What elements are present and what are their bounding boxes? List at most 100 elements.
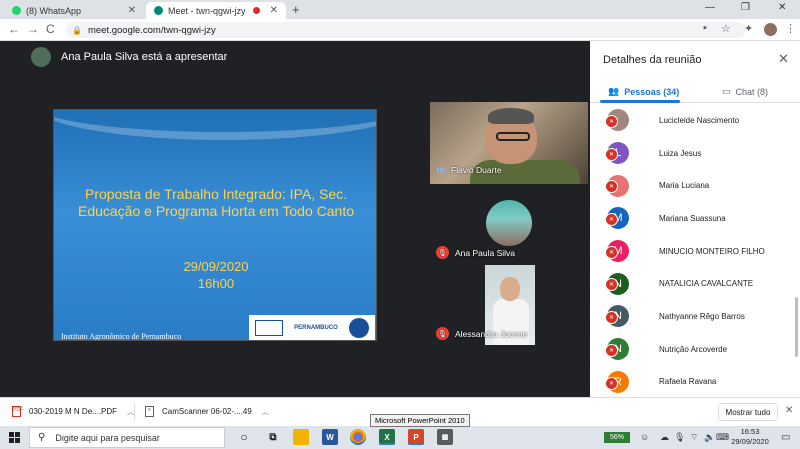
taskbar-tooltip: Microsoft PowerPoint 2010 [370, 414, 470, 427]
chrome-icon[interactable] [350, 429, 366, 445]
minimize-button[interactable]: — [705, 2, 715, 13]
close-tab-icon[interactable]: ✕ [270, 5, 278, 16]
cloud-icon[interactable]: ☁ [660, 432, 669, 443]
active-tab-indicator [600, 100, 680, 103]
extensions-icon[interactable]: ✦ [744, 22, 753, 35]
participant-row[interactable]: ✕ Maria Luciana [590, 169, 800, 202]
url-text: meet.google.com/twn-qgwi-jzy [87, 24, 216, 36]
chevron-up-icon[interactable]: ︿ [262, 407, 269, 417]
participant-row[interactable]: N✕Nathyanne Rêgo Barros [590, 300, 800, 333]
back-button[interactable]: ← [8, 22, 20, 36]
document-icon: ≡ [145, 406, 154, 417]
close-downloads-icon[interactable]: ✕ [785, 405, 793, 416]
slide-wave-decoration [54, 110, 376, 140]
slide-date-text: 29/09/2020 [183, 259, 249, 274]
mic-off-icon: ✕ [605, 115, 618, 128]
participant-row[interactable]: R ✕ Rafaela Ravana [590, 366, 800, 398]
battery-indicator[interactable]: 56% [604, 432, 630, 443]
tile-name-alessandra: 🎙 Alessandra Jocene [436, 327, 527, 340]
task-view-icon[interactable]: ⧉ [265, 429, 281, 445]
ipa-logo [349, 318, 370, 338]
video-person-face [500, 277, 520, 301]
meet-stage: Ana Paula Silva está a apresentar Propos… [0, 41, 590, 397]
tab-people[interactable]: 👥 Pessoas (34) [608, 86, 679, 97]
star-icon[interactable]: ☆ [721, 22, 731, 35]
tab-label: (8) WhatsApp [26, 5, 82, 16]
presenter-text: Ana Paula Silva está a apresentar [61, 51, 228, 63]
mic-off-icon: ✕ [605, 147, 618, 161]
file-explorer-icon[interactable] [293, 429, 309, 445]
participant-name: Luiza Jesus [659, 148, 702, 158]
new-tab-button[interactable]: + [292, 2, 300, 17]
cortana-icon[interactable]: ○ [236, 429, 252, 445]
participant-name: Nathyanne Rêgo Barros [659, 311, 745, 321]
menu-icon[interactable]: ⋮ [785, 22, 796, 35]
microphone-tray-icon[interactable]: 🎙 [674, 432, 685, 443]
mic-off-icon: ✕ [605, 245, 618, 259]
participant-list[interactable]: ✕ Lucicleide Nascimento L ✕ Luiza Jesus ✕ Mari… [590, 104, 800, 397]
participant-avatar-ana[interactable] [486, 200, 532, 246]
windows-taskbar: ⚲ Digite aqui para pesquisar ○ ⧉ W X P ▦… [0, 426, 800, 449]
slide-footer: Instituto Agronômico de Pernambuco [61, 332, 182, 341]
close-tab-icon[interactable]: ✕ [128, 5, 136, 16]
mic-off-icon: 🎙 [436, 246, 449, 259]
app-icon[interactable]: ▦ [437, 429, 453, 445]
participant-row[interactable]: L ✕ Luiza Jesus [590, 137, 800, 170]
volume-icon[interactable]: 🔈 [704, 432, 715, 443]
mic-off-icon: ✕ [605, 343, 618, 357]
whatsapp-icon [12, 6, 21, 15]
panel-scrollbar[interactable] [795, 297, 798, 357]
close-panel-button[interactable]: ✕ [778, 51, 789, 67]
chevron-up-icon[interactable]: ︿ [127, 407, 134, 417]
forward-button[interactable]: → [27, 22, 39, 36]
meet-icon [154, 6, 163, 15]
excel-icon[interactable]: X [379, 429, 395, 445]
taskbar-search-box[interactable]: ⚲ Digite aqui para pesquisar [29, 427, 225, 448]
reload-button[interactable]: C [46, 22, 55, 36]
presenter-avatar [31, 47, 51, 67]
download-item-pdf[interactable]: PDF 030-2019 M N De....PDF ︿ [12, 406, 134, 417]
lock-icon: 🔒 [72, 25, 82, 35]
browser-toolbar: ← → C 🔒 meet.google.com/twn-qgwi-jzy ▪ ☆… [0, 19, 800, 41]
participant-name: Lucicleide Nascimento [659, 115, 740, 125]
divider [134, 403, 135, 421]
tab-whatsapp[interactable]: (8) WhatsApp ✕ [4, 2, 144, 19]
participant-name: Mariana Suassuna [659, 213, 726, 223]
show-all-button[interactable]: Mostrar tudo [718, 403, 778, 421]
people-tray-icon[interactable]: ☺ [640, 432, 649, 442]
slide-logos: PERNAMBUCO [249, 315, 375, 340]
taskbar-clock[interactable]: 16:53 29/09/2020 [728, 427, 772, 447]
tile-name-flavio: Flavio Duarte [437, 165, 502, 175]
profile-avatar[interactable] [764, 23, 777, 36]
panel-title: Detalhes da reunião [603, 54, 702, 66]
tab-meet[interactable]: Meet - twn-qgwi-jzy ✕ [146, 2, 286, 19]
address-bar[interactable]: 🔒 meet.google.com/twn-qgwi-jzy [66, 22, 746, 38]
search-icon: ⚲ [38, 432, 46, 443]
pernambuco-logo: PERNAMBUCO [294, 325, 338, 331]
pdf-file-icon: PDF [12, 406, 23, 417]
word-icon[interactable]: W [322, 429, 338, 445]
participant-row[interactable]: ✕ Lucicleide Nascimento [590, 104, 800, 137]
participant-name: Rafaela Ravana [659, 377, 717, 387]
windows-start-icon[interactable] [9, 432, 20, 443]
speaking-indicator-icon [437, 166, 445, 174]
participant-row[interactable]: M✕MINUCIO MONTEIRO FILHO [590, 235, 800, 268]
mic-off-icon: 🎙 [436, 327, 449, 340]
people-icon: 👥 [608, 86, 620, 96]
participant-row[interactable]: N✕Nutrição Arcoverde [590, 333, 800, 366]
powerpoint-icon[interactable]: P [408, 429, 424, 445]
participant-name: Nutrição Arcoverde [659, 344, 728, 354]
wifi-icon[interactable]: ⌔ [690, 432, 698, 443]
notification-icon[interactable]: ▭ [781, 432, 790, 443]
tab-chat[interactable]: ▭ Chat (8) [722, 86, 768, 97]
camera-icon[interactable]: ▪ [703, 22, 707, 34]
participant-row[interactable]: M✕Mariana Suassuna [590, 202, 800, 235]
participant-row[interactable]: N✕NATALICIA CAVALCANTE [590, 267, 800, 300]
participant-name: MINUCIO MONTEIRO FILHO [659, 246, 765, 256]
panel-tabs: 👥 Pessoas (34) ▭ Chat (8) [590, 81, 800, 103]
close-window-button[interactable]: ✕ [778, 2, 786, 13]
maximize-button[interactable]: ❐ [741, 2, 750, 13]
clock-time: 16:53 [740, 427, 760, 436]
download-item-camscanner[interactable]: ≡ CamScanner 06-02-....49 ︿ [145, 406, 269, 417]
meeting-details-panel: Detalhes da reunião ✕ 👥 Pessoas (34) ▭ C… [590, 41, 800, 397]
